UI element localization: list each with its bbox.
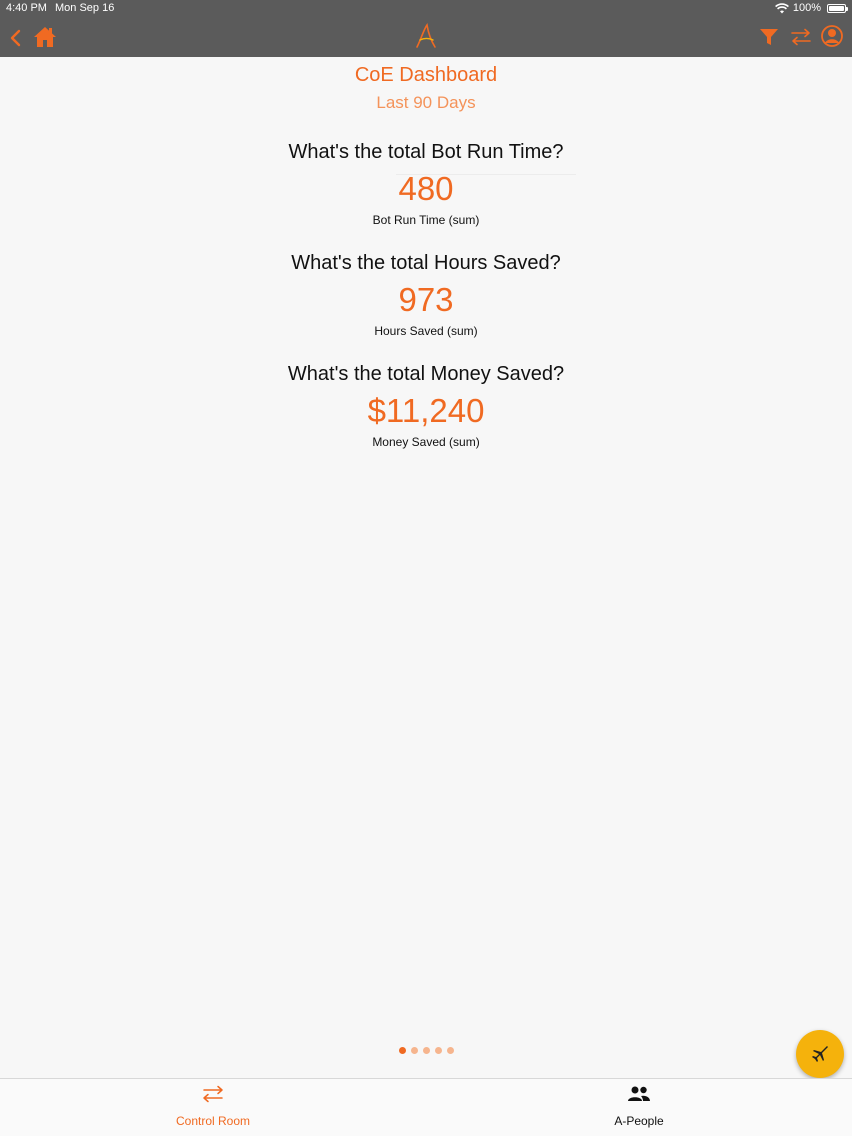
status-time: 4:40 PM	[6, 2, 47, 14]
home-button[interactable]	[32, 24, 58, 50]
filter-icon	[760, 29, 778, 45]
page-dot[interactable]	[423, 1047, 430, 1054]
filter-button[interactable]	[757, 25, 781, 49]
people-icon	[628, 1086, 650, 1101]
page-subtitle: Last 90 Days	[376, 93, 476, 112]
kpi-value: 480	[398, 170, 454, 207]
kpi-question: What's the total Bot Run Time?	[288, 141, 564, 163]
back-button[interactable]	[6, 26, 24, 50]
page-dot[interactable]	[435, 1047, 442, 1054]
floating-action-button[interactable]	[796, 1030, 844, 1078]
page-indicator[interactable]	[399, 1047, 454, 1054]
status-date: Mon Sep 16	[55, 2, 115, 14]
page-dot[interactable]	[447, 1047, 454, 1054]
tab-label: A-People	[614, 1114, 664, 1128]
status-right: 100%	[774, 0, 848, 17]
status-bar: 4:40 PM Mon Sep 16 100%	[0, 0, 852, 18]
app-logo	[412, 22, 440, 50]
wifi-icon	[774, 3, 789, 14]
app-logo-icon	[416, 23, 436, 48]
swap-icon	[791, 28, 811, 46]
kpi-bot-run-time: What's the total Bot Run Time? 480 Bot R…	[0, 139, 852, 228]
page-dot[interactable]	[411, 1047, 418, 1054]
page-dot[interactable]	[399, 1047, 406, 1054]
account-button[interactable]	[820, 24, 844, 48]
kpi-question: What's the total Hours Saved?	[291, 252, 561, 274]
battery-icon	[827, 4, 848, 13]
tab-a-people[interactable]: A-People	[569, 1079, 709, 1136]
swap-icon	[203, 1085, 223, 1103]
tab-control-room[interactable]: Control Room	[143, 1079, 283, 1136]
account-icon	[821, 25, 843, 47]
jet-icon	[812, 1046, 828, 1062]
kpi-label: Hours Saved (sum)	[374, 324, 478, 338]
swap-button[interactable]	[788, 25, 814, 49]
home-icon	[34, 27, 56, 47]
kpi-value: 973	[398, 281, 454, 318]
page-title: CoE Dashboard	[354, 64, 498, 86]
top-bar: 4:40 PM Mon Sep 16 100%	[0, 0, 852, 57]
tab-bar: Control Room A-People	[0, 1078, 852, 1136]
kpi-hours-saved: What's the total Hours Saved? 973 Hours …	[0, 250, 852, 339]
battery-percent: 100%	[792, 2, 821, 14]
kpi-money-saved: What's the total Money Saved? $11,240 Mo…	[0, 361, 852, 450]
kpi-value: $11,240	[367, 392, 485, 429]
back-icon	[10, 29, 21, 47]
divider	[396, 174, 576, 175]
kpi-label: Money Saved (sum)	[372, 435, 480, 449]
kpi-question: What's the total Money Saved?	[287, 363, 565, 385]
tab-label: Control Room	[175, 1114, 251, 1128]
kpi-label: Bot Run Time (sum)	[372, 213, 480, 227]
